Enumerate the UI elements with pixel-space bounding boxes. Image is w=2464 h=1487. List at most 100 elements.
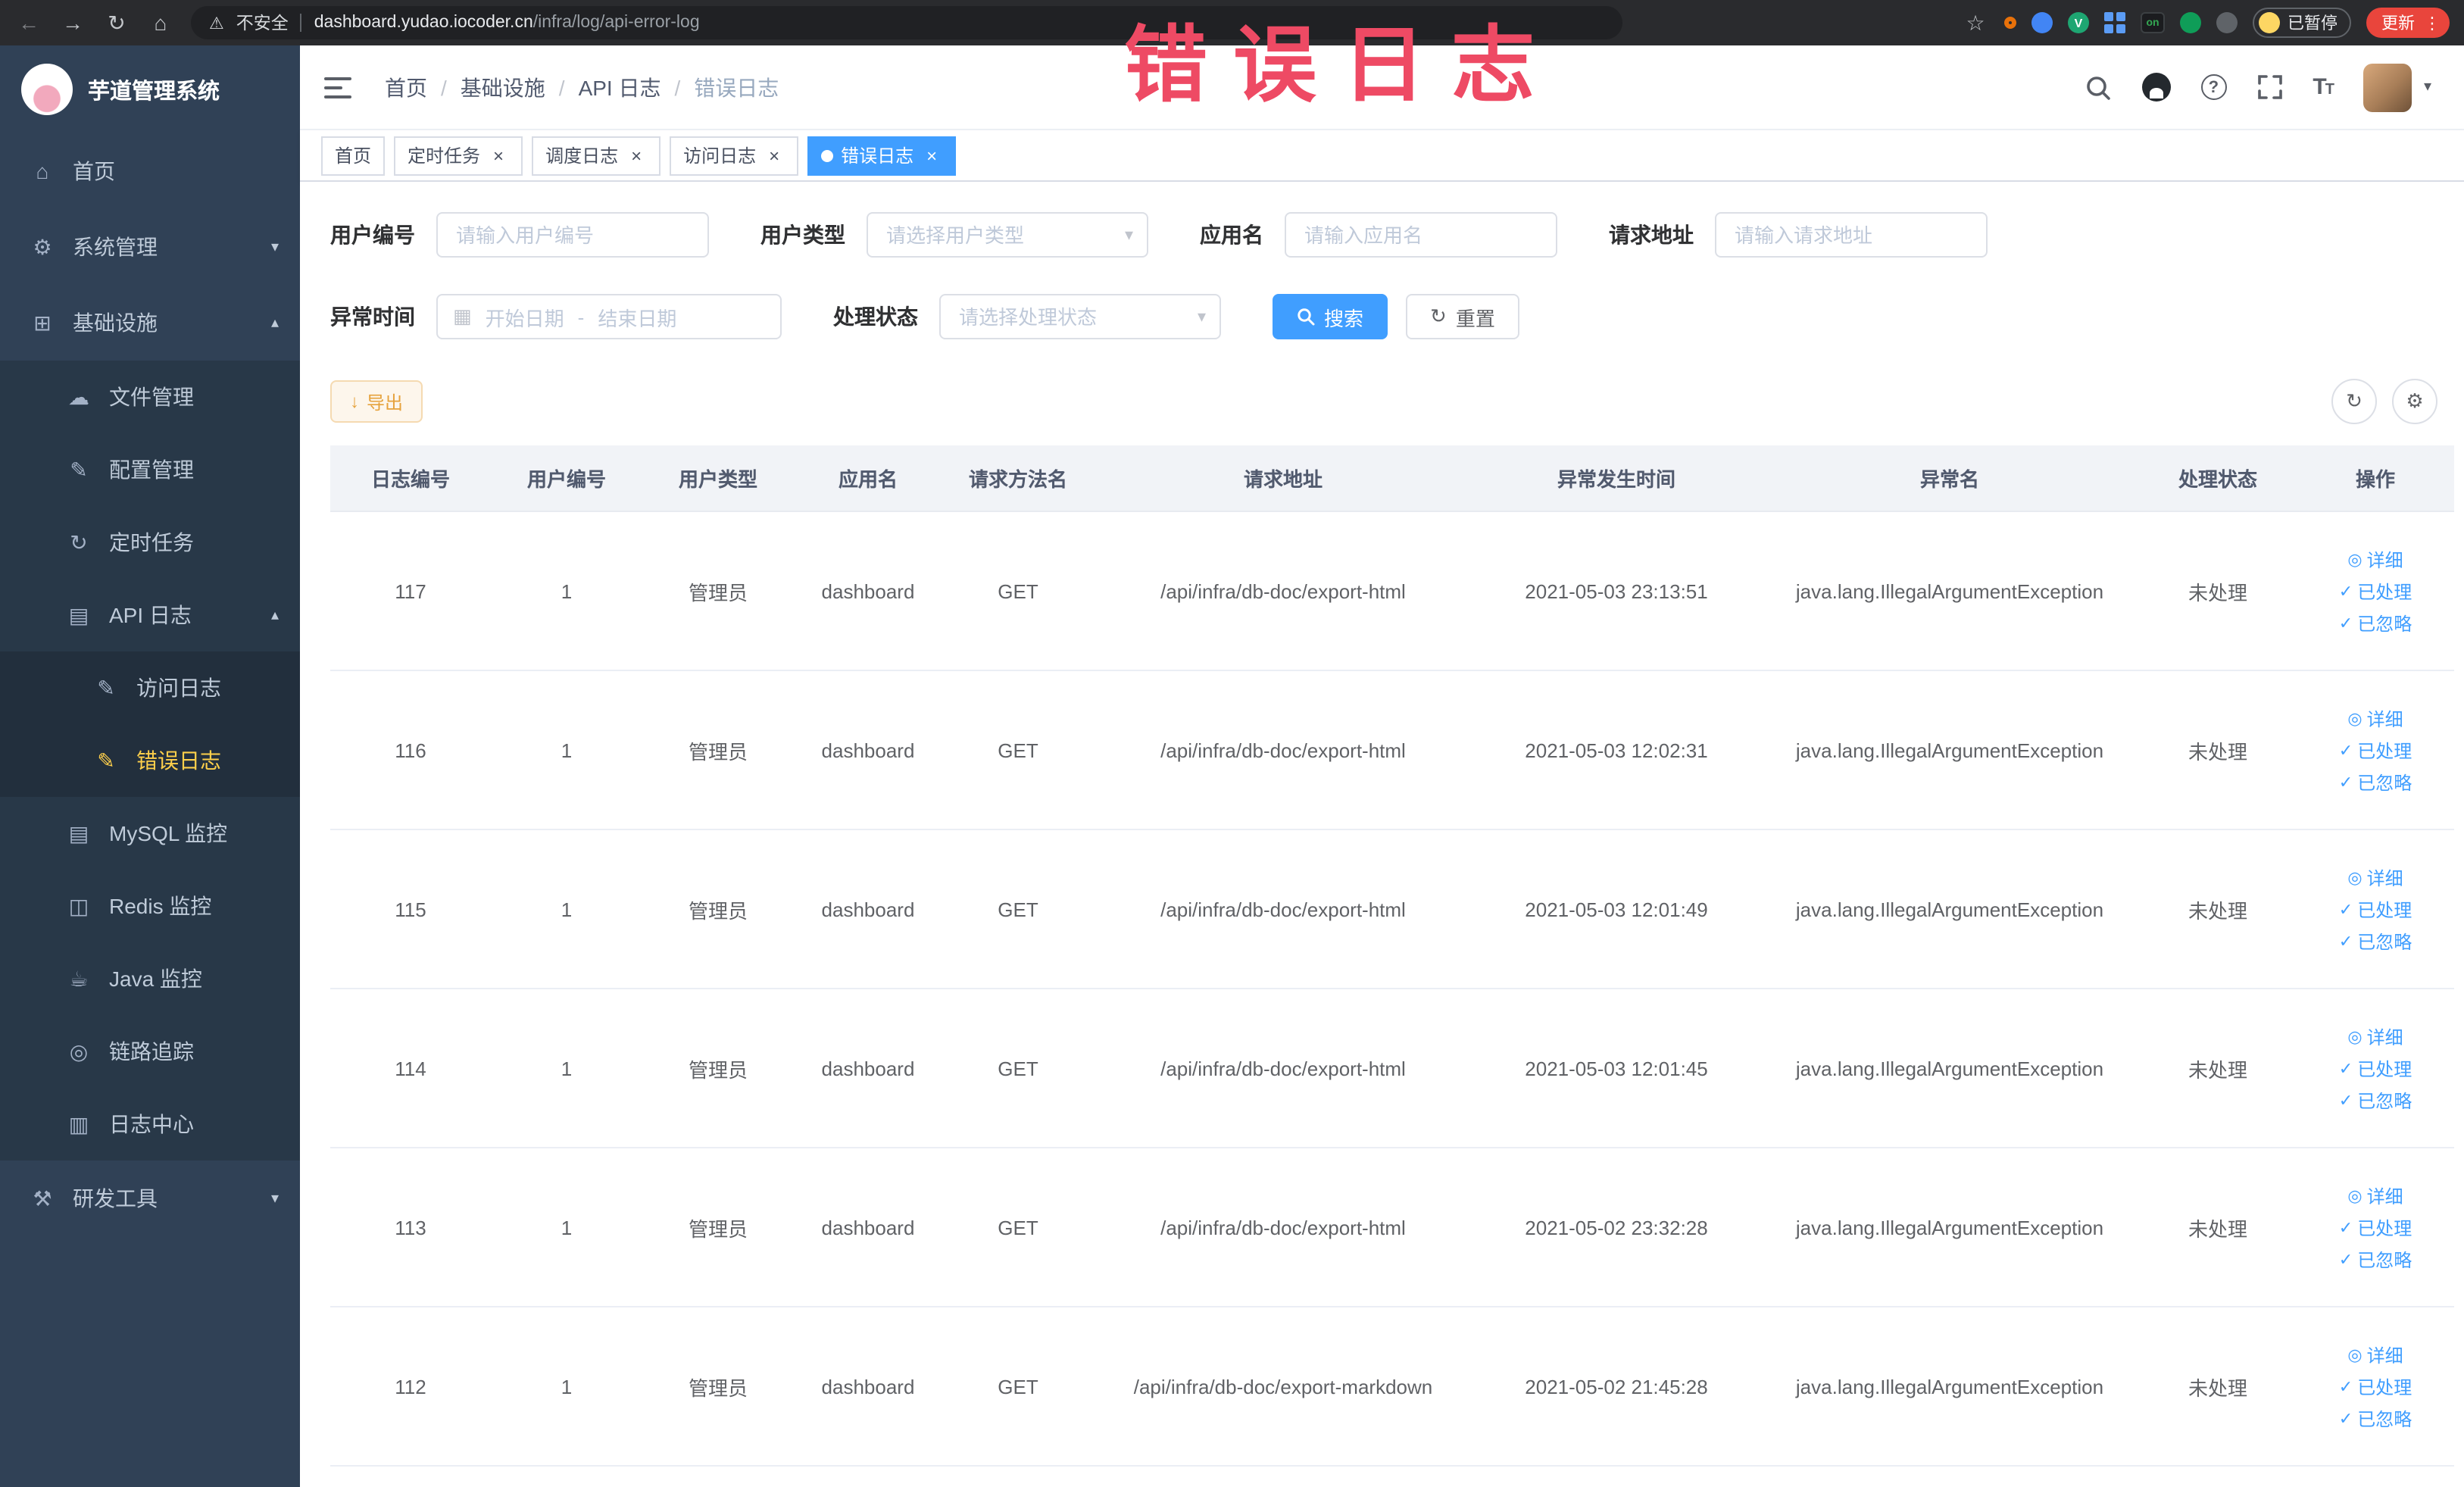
app-name-input[interactable] bbox=[1285, 212, 1557, 258]
sidebar-toggle-icon[interactable] bbox=[324, 70, 358, 104]
extension-icon-4[interactable] bbox=[2104, 12, 2125, 33]
tab-access-log[interactable]: 访问日志 × bbox=[670, 136, 799, 175]
user-avatar[interactable] bbox=[2363, 63, 2412, 111]
detail-link[interactable]: ◎ 详细 bbox=[2347, 1342, 2403, 1367]
home-icon[interactable]: ⌂ bbox=[147, 11, 174, 35]
detail-link[interactable]: ◎ 详细 bbox=[2347, 1023, 2403, 1049]
processed-link[interactable]: ✓ 已处理 bbox=[2339, 1055, 2412, 1081]
bookmark-star-icon[interactable]: ☆ bbox=[1962, 10, 1989, 36]
breadcrumb-home[interactable]: 首页 bbox=[385, 72, 427, 102]
detail-link[interactable]: ◎ 详细 bbox=[2347, 705, 2403, 731]
breadcrumb: 首页 / 基础设施 / API 日志 / 错误日志 bbox=[385, 72, 779, 102]
sidebar-item-home[interactable]: ⌂ 首页 bbox=[0, 133, 300, 209]
action-label: 详细 bbox=[2366, 1186, 2403, 1207]
fullscreen-icon[interactable] bbox=[2256, 74, 2282, 100]
close-icon[interactable]: × bbox=[488, 145, 509, 166]
process-status-select-input[interactable] bbox=[939, 294, 1221, 339]
app-logo[interactable]: 芋道管理系统 bbox=[0, 45, 300, 133]
column-settings-button[interactable]: ⚙ bbox=[2392, 379, 2437, 424]
user-type-select-input[interactable] bbox=[867, 212, 1148, 258]
tab-schedule-log[interactable]: 调度日志 × bbox=[532, 136, 661, 175]
close-icon[interactable]: × bbox=[626, 145, 647, 166]
cell-process-status: 未处理 bbox=[2188, 581, 2247, 604]
sidebar-item-file-management[interactable]: ☁ 文件管理 bbox=[0, 361, 300, 433]
tab-home[interactable]: 首页 bbox=[321, 136, 386, 175]
ignored-link[interactable]: ✓ 已忽略 bbox=[2339, 928, 2412, 954]
sidebar-item-api-logs[interactable]: ▤ API 日志 ▴ bbox=[0, 579, 300, 651]
table-row: 113 1 管理员 dashboard GET /api/infra/db-do… bbox=[330, 1148, 2454, 1307]
profile-paused-badge[interactable]: 已暂停 bbox=[2253, 8, 2351, 38]
sidebar-item-redis-monitor[interactable]: ◫ Redis 监控 bbox=[0, 870, 300, 942]
sidebar-item-java-monitor[interactable]: ☕ Java 监控 bbox=[0, 942, 300, 1015]
sidebar-item-mysql-monitor[interactable]: ▤ MySQL 监控 bbox=[0, 797, 300, 870]
close-icon[interactable]: × bbox=[921, 145, 942, 166]
log-center-icon: ▥ bbox=[68, 1111, 89, 1136]
user-id-input[interactable] bbox=[436, 212, 709, 258]
search-button-label: 搜索 bbox=[1324, 307, 1364, 330]
date-range-picker[interactable]: ▦ 开始日期 - 结束日期 bbox=[436, 294, 782, 339]
ignored-link[interactable]: ✓ 已忽略 bbox=[2339, 1405, 2412, 1431]
github-icon[interactable] bbox=[2141, 73, 2171, 102]
back-icon[interactable]: ← bbox=[15, 11, 42, 35]
processed-link[interactable]: ✓ 已处理 bbox=[2339, 1373, 2412, 1399]
close-icon[interactable]: × bbox=[764, 145, 785, 166]
ignored-link[interactable]: ✓ 已忽略 bbox=[2339, 769, 2412, 795]
detail-link[interactable]: ◎ 详细 bbox=[2347, 546, 2403, 572]
processed-link[interactable]: ✓ 已处理 bbox=[2339, 896, 2412, 922]
extension-icon-2[interactable] bbox=[2031, 12, 2053, 33]
ignored-link[interactable]: ✓ 已忽略 bbox=[2339, 1246, 2412, 1272]
reset-button[interactable]: ↻ 重置 bbox=[1406, 294, 1519, 339]
database-icon: ▤ bbox=[68, 820, 89, 845]
search-icon[interactable] bbox=[2084, 73, 2111, 101]
processed-link[interactable]: ✓ 已处理 bbox=[2339, 578, 2412, 604]
extension-icon-5[interactable]: on bbox=[2141, 12, 2165, 33]
export-button[interactable]: ↓ 导出 bbox=[330, 380, 423, 423]
breadcrumb-api-logs[interactable]: API 日志 bbox=[579, 72, 661, 102]
sidebar-item-dev-tools[interactable]: ⚒ 研发工具 ▾ bbox=[0, 1161, 300, 1236]
sidebar-item-trace[interactable]: ◎ 链路追踪 bbox=[0, 1015, 300, 1088]
extension-icon-7[interactable] bbox=[2216, 12, 2238, 33]
extension-icon-1[interactable] bbox=[2004, 17, 2016, 29]
extension-icon-6[interactable] bbox=[2180, 12, 2201, 33]
sidebar-item-system-management[interactable]: ⚙ 系统管理 ▾ bbox=[0, 209, 300, 285]
processed-link[interactable]: ✓ 已处理 bbox=[2339, 737, 2412, 763]
sidebar-item-log-center[interactable]: ▥ 日志中心 bbox=[0, 1088, 300, 1161]
request-url-input[interactable] bbox=[1715, 212, 1988, 258]
address-bar[interactable]: ⚠ 不安全 dashboard.yudao.iocoder.cn/infra/l… bbox=[191, 6, 1622, 39]
ignored-link[interactable]: ✓ 已忽略 bbox=[2339, 1087, 2412, 1113]
search-button[interactable]: 搜索 bbox=[1273, 294, 1388, 339]
sidebar-item-infrastructure[interactable]: ⊞ 基础设施 ▴ bbox=[0, 285, 300, 361]
breadcrumb-separator: / bbox=[674, 75, 681, 99]
filter-exception-time: 异常时间 ▦ 开始日期 - 结束日期 bbox=[330, 294, 782, 339]
cell-method: GET bbox=[998, 1216, 1038, 1239]
detail-link[interactable]: ◎ 详细 bbox=[2347, 864, 2403, 890]
help-icon[interactable]: ? bbox=[2200, 74, 2227, 100]
reload-icon[interactable]: ↻ bbox=[103, 10, 130, 36]
cell-exception-time: 2021-05-02 23:32:28 bbox=[1525, 1216, 1708, 1239]
ignored-link[interactable]: ✓ 已忽略 bbox=[2339, 610, 2412, 636]
extension-icon-3[interactable]: V bbox=[2068, 12, 2089, 33]
process-status-select[interactable]: ▾ bbox=[939, 294, 1221, 339]
breadcrumb-infrastructure[interactable]: 基础设施 bbox=[461, 72, 545, 102]
sidebar-item-access-log[interactable]: ✎ 访问日志 bbox=[0, 651, 300, 724]
tab-error-log[interactable]: 错误日志 × bbox=[807, 136, 957, 175]
kebab-menu-icon[interactable]: ⋮ bbox=[2424, 13, 2441, 33]
sidebar-item-scheduled-tasks[interactable]: ↻ 定时任务 bbox=[0, 506, 300, 579]
tab-scheduled-tasks[interactable]: 定时任务 × bbox=[394, 136, 523, 175]
forward-icon[interactable]: → bbox=[59, 11, 86, 35]
font-size-icon[interactable]: TT bbox=[2313, 74, 2334, 100]
main-area: 首页 / 基础设施 / API 日志 / 错误日志 ? TT ▾ 首页 定时任务… bbox=[300, 45, 2464, 1487]
refresh-table-button[interactable]: ↻ bbox=[2331, 379, 2377, 424]
processed-link[interactable]: ✓ 已处理 bbox=[2339, 1214, 2412, 1240]
avatar-caret-icon[interactable]: ▾ bbox=[2424, 79, 2431, 95]
sidebar-item-error-log[interactable]: ✎ 错误日志 bbox=[0, 724, 300, 797]
detail-link[interactable]: ◎ 详细 bbox=[2347, 1182, 2403, 1208]
chrome-update-button[interactable]: 更新 ⋮ bbox=[2366, 8, 2450, 38]
check-icon: ✓ bbox=[2338, 614, 2353, 633]
user-type-select[interactable]: ▾ bbox=[867, 212, 1148, 258]
sidebar-item-config-management[interactable]: ✎ 配置管理 bbox=[0, 433, 300, 506]
top-navbar: 首页 / 基础设施 / API 日志 / 错误日志 ? TT ▾ bbox=[300, 45, 2464, 130]
action-label: 已处理 bbox=[2357, 899, 2412, 920]
chevron-up-icon: ▴ bbox=[270, 314, 279, 331]
page-content: 用户编号 用户类型 ▾ 应用名 请 bbox=[300, 182, 2464, 1487]
